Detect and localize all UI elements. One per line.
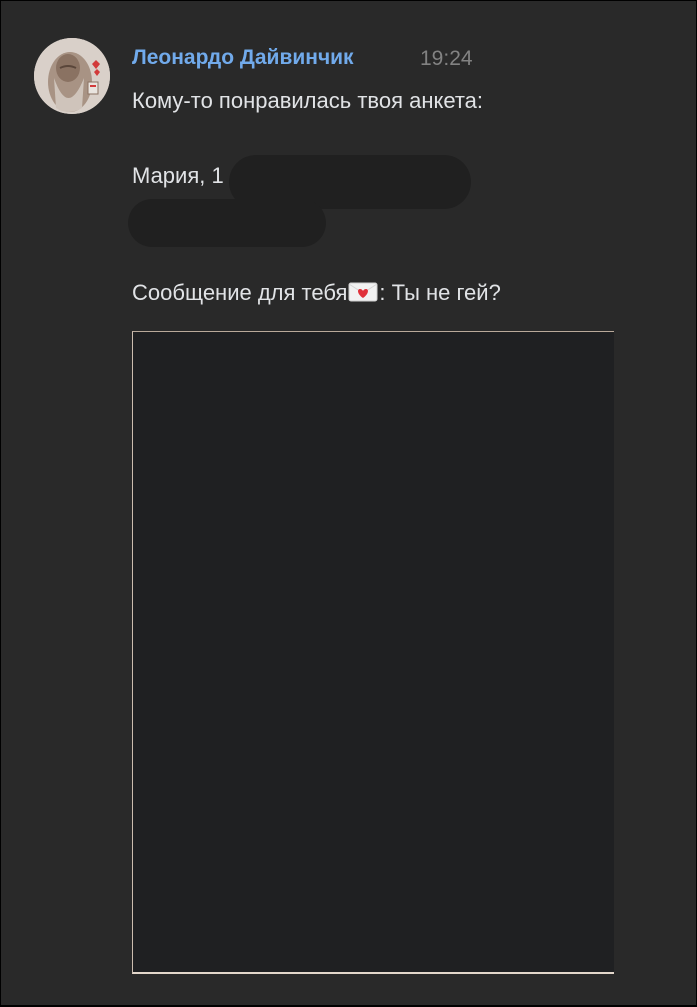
redaction-blur [128, 199, 326, 247]
message-line-profile: Мария, 1 [132, 163, 224, 188]
love-letter-icon [348, 281, 378, 303]
author-name[interactable]: Леонардо Дайвинчик [132, 46, 354, 70]
message-line-intro: Кому-то понравилась твоя анкета: [132, 88, 484, 113]
attached-photo[interactable] [132, 331, 614, 974]
message-time[interactable]: 19:24 [420, 47, 473, 71]
chat-message-view: Леонардо Дайвинчик 19:24 Кому-то понрави… [1, 1, 696, 1005]
message-line-note: Сообщение для тебя : Ты не гей? [132, 280, 501, 306]
note-prefix: Сообщение для тебя [132, 280, 348, 305]
author-avatar[interactable] [34, 38, 110, 114]
note-text: : Ты не гей? [379, 280, 501, 305]
portrait-icon [34, 38, 110, 114]
